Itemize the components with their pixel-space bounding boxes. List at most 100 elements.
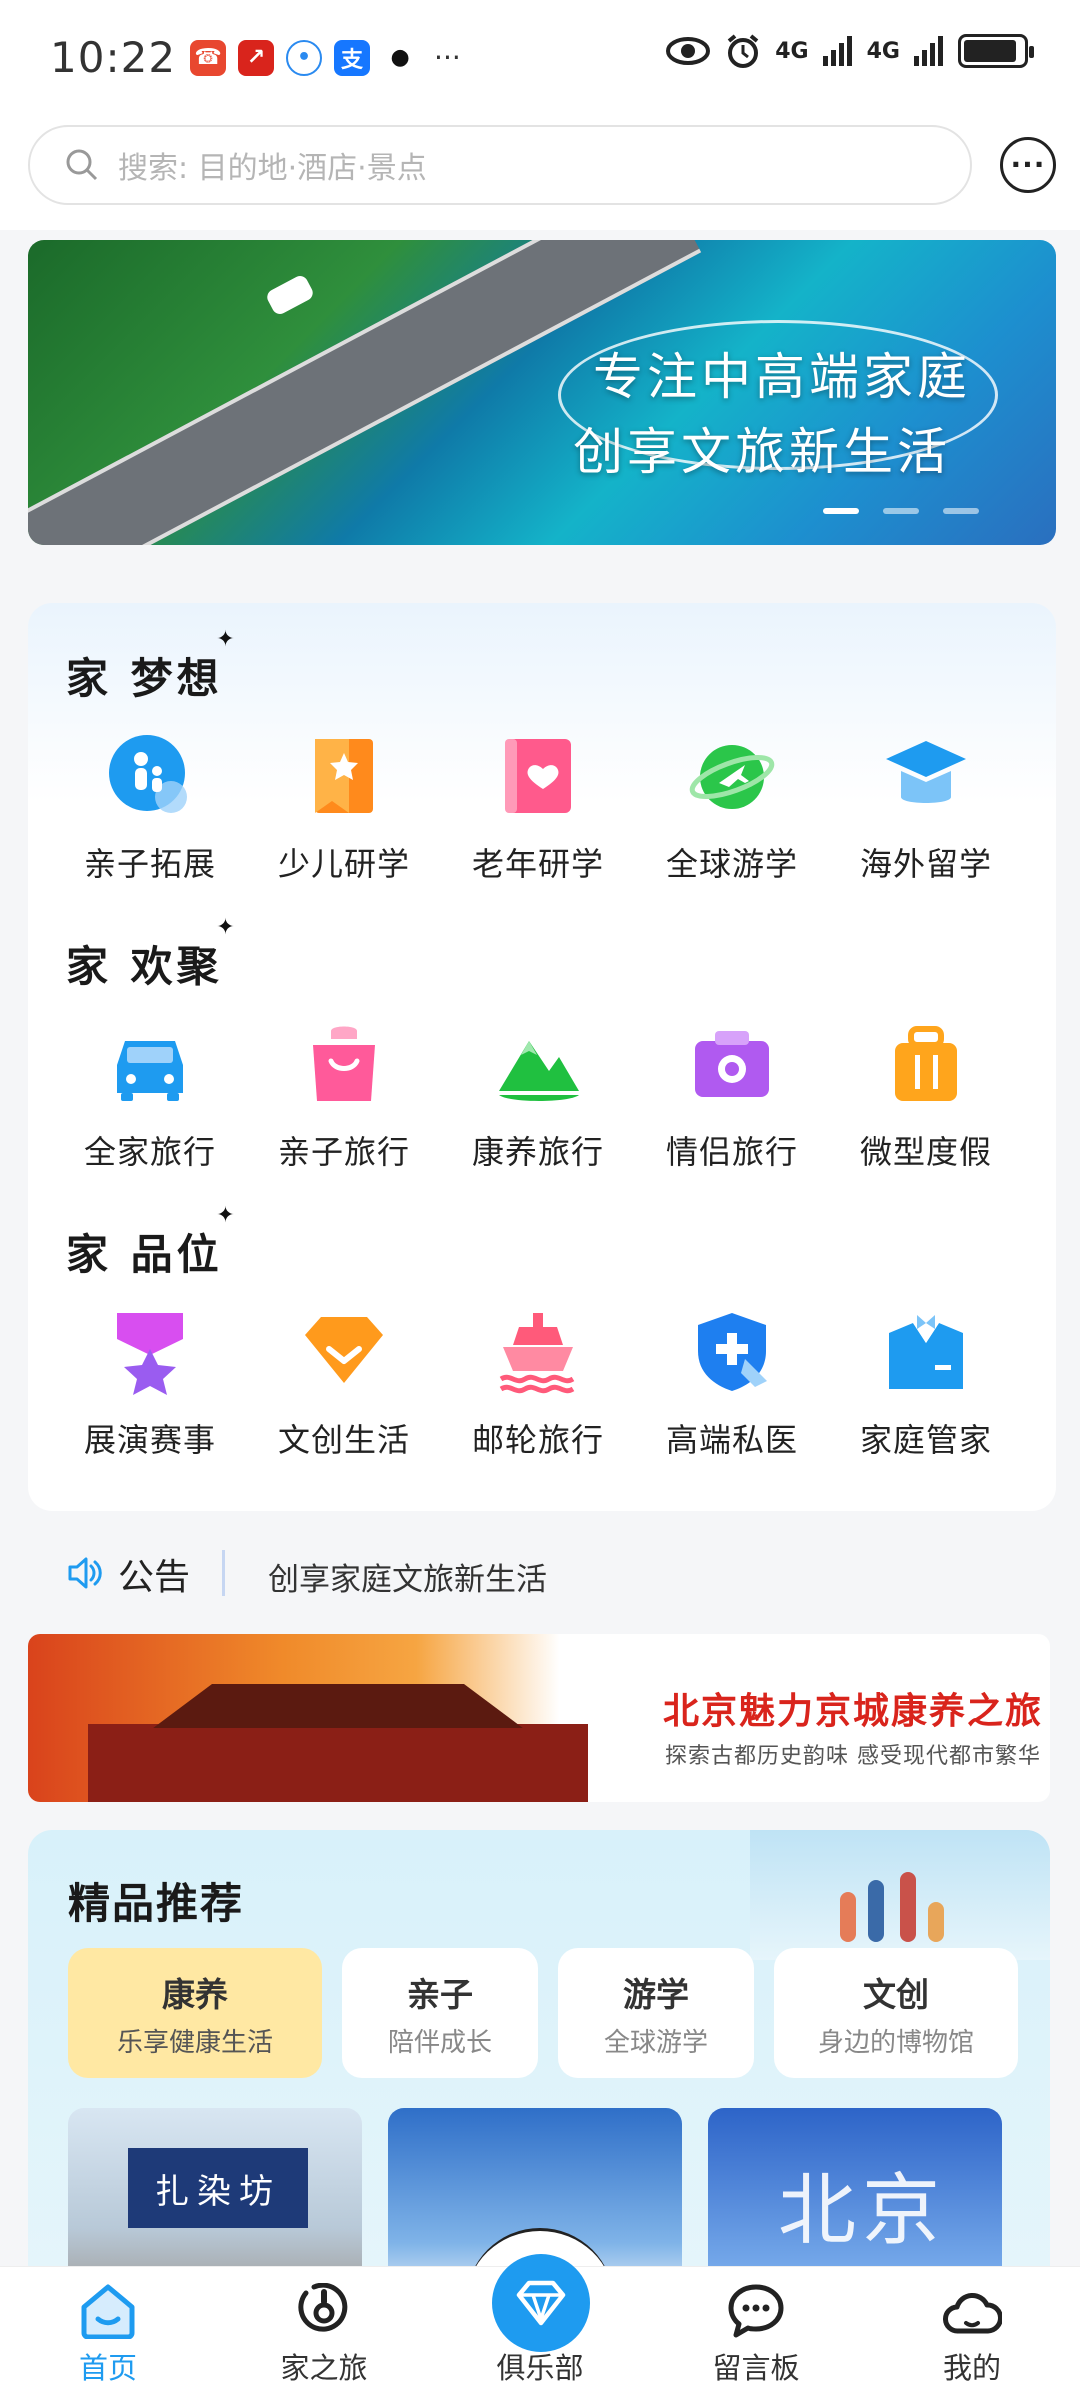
mountain-icon bbox=[499, 1041, 579, 1101]
sparkle-icon: ✦ bbox=[216, 915, 239, 940]
category-parent-child-expansion[interactable]: 亲子拓展 bbox=[53, 733, 247, 885]
globe-plane-icon bbox=[689, 745, 775, 809]
icon-row-gathering: 全家旅行 亲子旅行 康养旅行 情侣旅行 微型度假 bbox=[28, 1021, 1056, 1173]
status-right: 4G 4G bbox=[665, 33, 1034, 69]
nav-journey[interactable]: 家之旅 bbox=[216, 2267, 432, 2400]
category-card: 家 梦想 ✦ 亲子拓展 少儿研学 老年研学 全球游学 海外留学 家 欢聚 ✦ 全… bbox=[28, 603, 1056, 1511]
tab-wellness[interactable]: 康养 乐享健康生活 bbox=[68, 1948, 322, 2078]
search-input[interactable]: 搜索: 目的地·酒店·景点 bbox=[28, 125, 972, 205]
status-time: 10:22 bbox=[50, 33, 177, 82]
nav-message-board[interactable]: 留言板 bbox=[648, 2267, 864, 2400]
chat-bubble-icon bbox=[728, 2284, 784, 2338]
category-label: 老年研学 bbox=[471, 845, 604, 883]
tab-parent-child[interactable]: 亲子 陪伴成长 bbox=[342, 1948, 538, 2078]
nav-profile[interactable]: 我的 bbox=[864, 2267, 1080, 2400]
category-cruise-travel[interactable]: 邮轮旅行 bbox=[441, 1309, 635, 1461]
tab-sublabel: 全球游学 bbox=[603, 2027, 708, 2058]
category-label: 全家旅行 bbox=[83, 1133, 216, 1171]
nav-label: 首页 bbox=[78, 2351, 137, 2385]
alarm-icon bbox=[727, 34, 759, 68]
tab-creative[interactable]: 文创 身边的博物馆 bbox=[774, 1948, 1018, 2078]
category-label: 全球游学 bbox=[665, 845, 798, 883]
category-kids-study[interactable]: 少儿研学 bbox=[247, 733, 441, 885]
cruise-ship-icon bbox=[499, 1313, 575, 1394]
category-label: 文创生活 bbox=[277, 1421, 410, 1459]
beach-family-illustration bbox=[750, 1830, 1050, 1960]
battery-icon bbox=[958, 34, 1034, 68]
gem-box-icon bbox=[305, 1317, 383, 1383]
category-senior-study[interactable]: 老年研学 bbox=[441, 733, 635, 885]
category-wellness-travel[interactable]: 康养旅行 bbox=[441, 1021, 635, 1173]
graduation-cap-icon bbox=[886, 741, 966, 803]
category-label: 邮轮旅行 bbox=[471, 1421, 604, 1459]
category-creative-life[interactable]: 文创生活 bbox=[247, 1309, 441, 1461]
nav-label: 家之旅 bbox=[280, 2351, 368, 2385]
notice-label: 公告 bbox=[118, 1557, 191, 1598]
category-family-travel[interactable]: 全家旅行 bbox=[53, 1021, 247, 1173]
category-global-study[interactable]: 全球游学 bbox=[635, 733, 829, 885]
banner-dot-2[interactable] bbox=[883, 508, 919, 514]
signal-4g-icon-2: 4G bbox=[866, 38, 900, 64]
category-label: 家庭管家 bbox=[859, 1421, 992, 1459]
tab-study-tour[interactable]: 游学 全球游学 bbox=[558, 1948, 754, 2078]
category-mini-vacation[interactable]: 微型度假 bbox=[829, 1021, 1023, 1173]
car-icon bbox=[117, 1041, 183, 1101]
category-label: 情侣旅行 bbox=[665, 1133, 798, 1171]
shopping-bag-icon bbox=[313, 1026, 375, 1101]
palace-illustration bbox=[88, 1724, 588, 1802]
banner-pagination bbox=[823, 508, 979, 514]
beijing-poster-text: 北京 bbox=[778, 2166, 947, 2256]
category-couple-travel[interactable]: 情侣旅行 bbox=[635, 1021, 829, 1173]
tab-sublabel: 身边的博物馆 bbox=[817, 2027, 974, 2058]
home-icon bbox=[81, 2284, 135, 2339]
tie-dye-banner: 扎染坊 bbox=[128, 2148, 308, 2228]
signal-bars-icon bbox=[822, 36, 852, 66]
more-notifications-icon: ··· bbox=[434, 41, 461, 74]
section-title-gathering: 家 欢聚 ✦ bbox=[58, 915, 235, 994]
category-exhibitions[interactable]: 展演赛事 bbox=[53, 1309, 247, 1461]
icon-row-dream: 亲子拓展 少儿研学 老年研学 全球游学 海外留学 bbox=[28, 733, 1056, 885]
hero-banner[interactable]: 专注中高端家庭 创享文旅新生活 bbox=[28, 240, 1056, 545]
category-label: 康养旅行 bbox=[471, 1133, 604, 1171]
tab-sublabel: 陪伴成长 bbox=[387, 2027, 492, 2058]
category-label: 亲子旅行 bbox=[277, 1133, 410, 1171]
bookmark-star-icon bbox=[315, 739, 373, 813]
eye-icon bbox=[666, 37, 711, 65]
category-parent-child-travel[interactable]: 亲子旅行 bbox=[247, 1021, 441, 1173]
camera-icon bbox=[695, 1031, 769, 1097]
signal-bars-icon-2 bbox=[914, 36, 943, 66]
recommend-title: 精品推荐 bbox=[68, 1879, 245, 1928]
category-private-doctor[interactable]: 高端私医 bbox=[635, 1309, 829, 1461]
more-options-icon: ··· bbox=[1010, 148, 1046, 181]
club-center-button[interactable] bbox=[492, 2254, 590, 2352]
category-family-butler[interactable]: 家庭管家 bbox=[829, 1309, 1023, 1461]
banner-line-2: 创享文旅新生活 bbox=[573, 423, 951, 481]
category-label: 展演赛事 bbox=[83, 1421, 216, 1459]
notice-bar[interactable]: 公告 创享家庭文旅新生活 bbox=[0, 1540, 1080, 1606]
butler-suit-icon bbox=[889, 1315, 963, 1389]
nav-home[interactable]: 首页 bbox=[0, 2267, 216, 2400]
phone-app-icon: ☎ bbox=[190, 39, 227, 76]
stock-app-icon: ↗ bbox=[238, 39, 275, 76]
category-label: 高端私医 bbox=[665, 1421, 798, 1459]
tab-label: 文创 bbox=[863, 1974, 929, 2014]
banner-line-1: 专注中高端家庭 bbox=[593, 348, 971, 406]
more-options-button[interactable]: ··· bbox=[1000, 137, 1056, 193]
notice-text: 创享家庭文旅新生活 bbox=[268, 1562, 547, 1598]
tab-label: 游学 bbox=[623, 1974, 689, 2014]
category-overseas-study[interactable]: 海外留学 bbox=[829, 733, 1023, 885]
tab-sublabel: 乐享健康生活 bbox=[116, 2027, 273, 2058]
sparkle-icon: ✦ bbox=[216, 627, 239, 652]
status-bar: 10:22 ☎ ↗ • 支 ● ··· 4G 4G bbox=[0, 0, 1080, 115]
section-title-taste: 家 品位 ✦ bbox=[58, 1203, 235, 1282]
notice-separator bbox=[222, 1550, 225, 1596]
category-label: 少儿研学 bbox=[277, 845, 410, 883]
promo-banner[interactable]: 北京魅力京城康养之旅 探索古都历史韵味 感受现代都市繁华 bbox=[28, 1634, 1050, 1802]
section-title-dream: 家 梦想 ✦ bbox=[58, 627, 235, 706]
tab-label: 康养 bbox=[162, 1974, 228, 2014]
banner-dot-1[interactable] bbox=[823, 508, 859, 514]
banner-dot-3[interactable] bbox=[943, 508, 979, 514]
diamond-icon bbox=[516, 2280, 566, 2326]
alipay-app-icon: 支 bbox=[334, 39, 371, 76]
nav-label: 留言板 bbox=[712, 2351, 800, 2385]
